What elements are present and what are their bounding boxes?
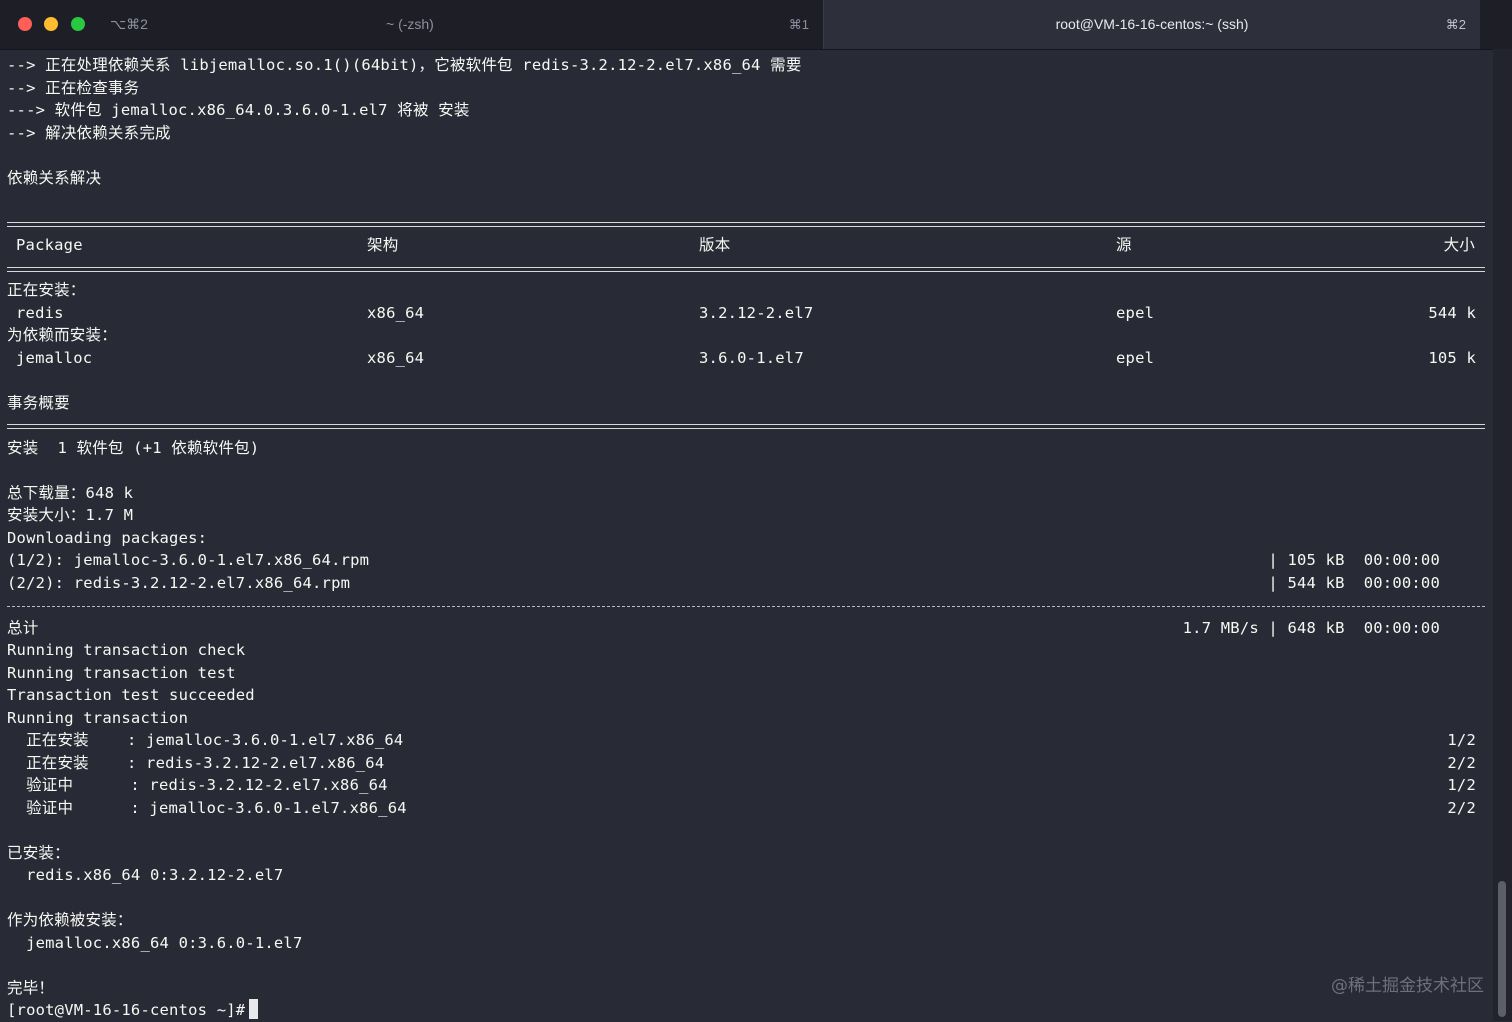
header-arch: 架构 xyxy=(367,236,399,254)
header-version: 版本 xyxy=(699,236,731,254)
prompt-line[interactable]: [root@VM-16-16-centos ~]# xyxy=(7,999,1485,1022)
separator xyxy=(7,212,1485,235)
output-line: 依赖关系解决 xyxy=(7,168,102,187)
output-line: ---> 软件包 jemalloc.x86_64.0.3.6.0-1.el7 将… xyxy=(7,101,470,119)
section-label: 已安装： xyxy=(7,843,70,862)
terminal-output[interactable]: --> 正在处理依赖关系 libjemalloc.so.1()(64bit)，它… xyxy=(7,54,1485,1022)
section-label: 为依赖而安装： xyxy=(7,326,117,344)
table-header: Package 架构 版本 源 大小 xyxy=(7,234,1485,257)
separator xyxy=(7,414,1485,437)
shell-prompt: [root@VM-16-16-centos ~]# xyxy=(7,1001,246,1019)
table-row: jemalloc x86_64 3.6.0-1.el7 epel 105 k xyxy=(7,347,1485,370)
output-line: --> 正在检查事务 xyxy=(7,78,140,97)
separator xyxy=(7,257,1485,280)
tab-title: root@VM-16-16-centos:~ (ssh) xyxy=(1055,16,1249,32)
step-action: 正在安装 : jemalloc-3.6.0-1.el7.x86_64 xyxy=(7,731,404,749)
download-name: (1/2): jemalloc-3.6.0-1.el7.x86_64.rpm xyxy=(7,551,370,569)
download-stats: | 544 kB 00:00:00 xyxy=(1268,573,1440,592)
output-line: Running transaction check xyxy=(7,641,246,659)
section-label: 正在安装： xyxy=(7,281,86,299)
scrollbar-thumb[interactable] xyxy=(1498,881,1506,1017)
output-line: Running transaction test xyxy=(7,663,236,682)
step-count: 1/2 xyxy=(1447,776,1476,794)
output-line: Transaction test succeeded xyxy=(7,686,255,704)
output-line: 安装 1 软件包 (+1 依赖软件包) xyxy=(7,438,260,457)
step-action: 验证中 : redis-3.2.12-2.el7.x86_64 xyxy=(7,776,388,794)
row-arch: x86_64 xyxy=(367,348,425,367)
step-action: 验证中 : jemalloc-3.6.0-1.el7.x86_64 xyxy=(7,798,407,817)
header-package: Package xyxy=(16,236,83,254)
step-row: 正在安装 : redis-3.2.12-2.el7.x86_64 2/2 xyxy=(7,752,1485,775)
row-arch: x86_64 xyxy=(367,303,425,322)
tab-ssh[interactable]: root@VM-16-16-centos:~ (ssh) ⌘2 xyxy=(824,0,1480,49)
output-line: 安装大小：1.7 M xyxy=(7,506,134,524)
download-stats: | 105 kB 00:00:00 xyxy=(1268,551,1440,569)
section-label: 事务概要 xyxy=(7,393,70,412)
row-version: 3.2.12-2.el7 xyxy=(699,303,814,322)
row-package: jemalloc xyxy=(16,348,93,367)
row-size: 105 k xyxy=(1428,348,1476,367)
tab-shortcut: ⌘2 xyxy=(1445,17,1466,32)
row-package: redis xyxy=(16,303,64,322)
step-count: 2/2 xyxy=(1447,753,1476,772)
tab-bar-empty xyxy=(1480,0,1512,49)
step-count: 2/2 xyxy=(1447,798,1476,817)
title-bar: ⌥⌘2 ~ (-zsh) ⌘1 root@VM-16-16-centos:~ (… xyxy=(0,0,1512,50)
row-repo: epel xyxy=(1116,348,1155,367)
step-row: 验证中 : redis-3.2.12-2.el7.x86_64 1/2 xyxy=(7,774,1485,797)
output-line: 总下载量：648 k xyxy=(7,483,134,502)
download-name: (2/2): redis-3.2.12-2.el7.x86_64.rpm xyxy=(7,573,351,592)
output-line: Running transaction xyxy=(7,708,189,727)
tab-shortcut: ⌘1 xyxy=(788,17,809,32)
step-row: 正在安装 : jemalloc-3.6.0-1.el7.x86_64 1/2 xyxy=(7,729,1485,752)
output-line: redis.x86_64 0:3.2.12-2.el7 xyxy=(7,866,284,884)
output-line: jemalloc.x86_64 0:3.6.0-1.el7 xyxy=(7,933,303,952)
step-row: 验证中 : jemalloc-3.6.0-1.el7.x86_64 2/2 xyxy=(7,797,1485,820)
row-size: 544 k xyxy=(1428,303,1476,322)
output-line: Downloading packages: xyxy=(7,528,208,547)
row-version: 3.6.0-1.el7 xyxy=(699,348,804,367)
header-repo: 源 xyxy=(1116,236,1132,254)
text-cursor xyxy=(249,999,259,1019)
section-label: 作为依赖被安装： xyxy=(7,911,133,929)
output-line: --> 正在处理依赖关系 libjemalloc.so.1()(64bit)，它… xyxy=(7,56,802,74)
step-count: 1/2 xyxy=(1447,731,1476,749)
total-row: 总计 1.7 MB/s | 648 kB 00:00:00 xyxy=(7,617,1485,640)
output-line: 完毕！ xyxy=(7,978,55,997)
separator xyxy=(7,594,1485,617)
tab-title: ~ (-zsh) xyxy=(386,16,434,32)
scrollbar[interactable] xyxy=(1493,49,1512,1021)
tab-zsh[interactable]: ⌥⌘2 ~ (-zsh) ⌘1 xyxy=(0,0,824,49)
table-row: redis x86_64 3.2.12-2.el7 epel 544 k xyxy=(7,302,1485,325)
row-repo: epel xyxy=(1116,303,1155,322)
watermark: @稀土掘金技术社区 xyxy=(1331,976,1484,996)
step-action: 正在安装 : redis-3.2.12-2.el7.x86_64 xyxy=(7,753,385,772)
total-stats: 1.7 MB/s | 648 kB 00:00:00 xyxy=(1182,618,1440,637)
download-row: (1/2): jemalloc-3.6.0-1.el7.x86_64.rpm |… xyxy=(7,549,1485,572)
output-line: --> 解决依赖关系完成 xyxy=(7,123,171,142)
header-size: 大小 xyxy=(1443,236,1475,254)
total-label: 总计 xyxy=(7,618,39,637)
download-row: (2/2): redis-3.2.12-2.el7.x86_64.rpm | 5… xyxy=(7,572,1485,595)
